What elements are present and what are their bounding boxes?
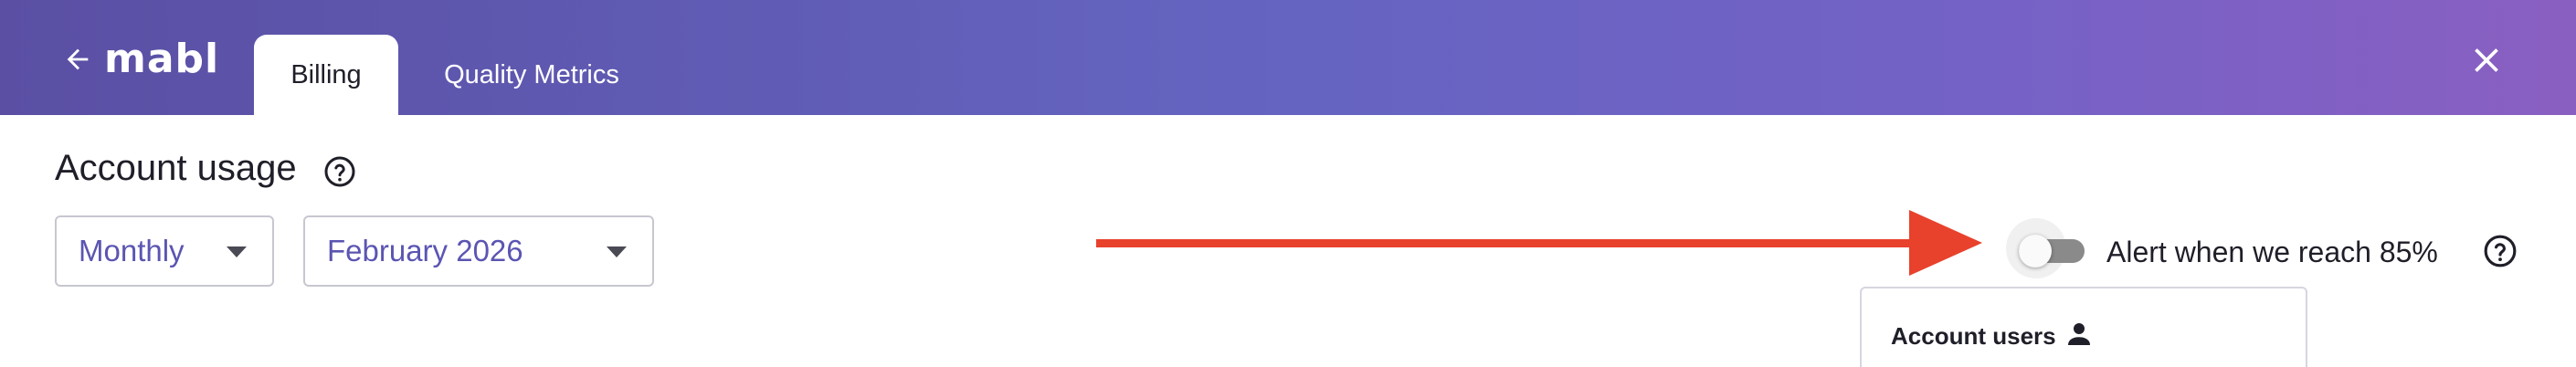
alert-toggle-label: Alert when we reach 85% [2106,236,2438,268]
person-icon [2068,323,2090,345]
arrow-left-icon [67,48,89,70]
help-circle-icon[interactable] [2483,234,2518,268]
account-users-title: Account users [1891,322,2056,350]
period-select[interactable]: Monthly [55,215,274,287]
red-pointer-arrow-icon [1096,210,1982,276]
top-header-bar: mabl Billing Quality Metrics [0,0,2576,115]
chevron-down-icon [227,246,247,257]
period-select-value: Monthly [79,234,185,267]
chevron-down-icon [607,246,627,257]
mabl-logo: mabl [104,36,220,82]
account-users-card: Account users [1860,287,2307,367]
tab-billing-label: Billing [290,59,362,89]
tab-quality-metrics[interactable]: Quality Metrics [420,35,643,115]
help-circle-icon[interactable] [323,155,356,188]
alert-toggle-knob[interactable] [2019,235,2052,267]
close-icon[interactable] [2466,40,2507,80]
tab-quality-metrics-label: Quality Metrics [444,59,619,89]
page-title: Account usage [55,148,297,188]
tab-billing[interactable]: Billing [254,35,398,115]
month-select[interactable]: February 2026 [303,215,654,287]
month-select-value: February 2026 [327,234,523,267]
back-home-link[interactable]: mabl [62,37,219,82]
